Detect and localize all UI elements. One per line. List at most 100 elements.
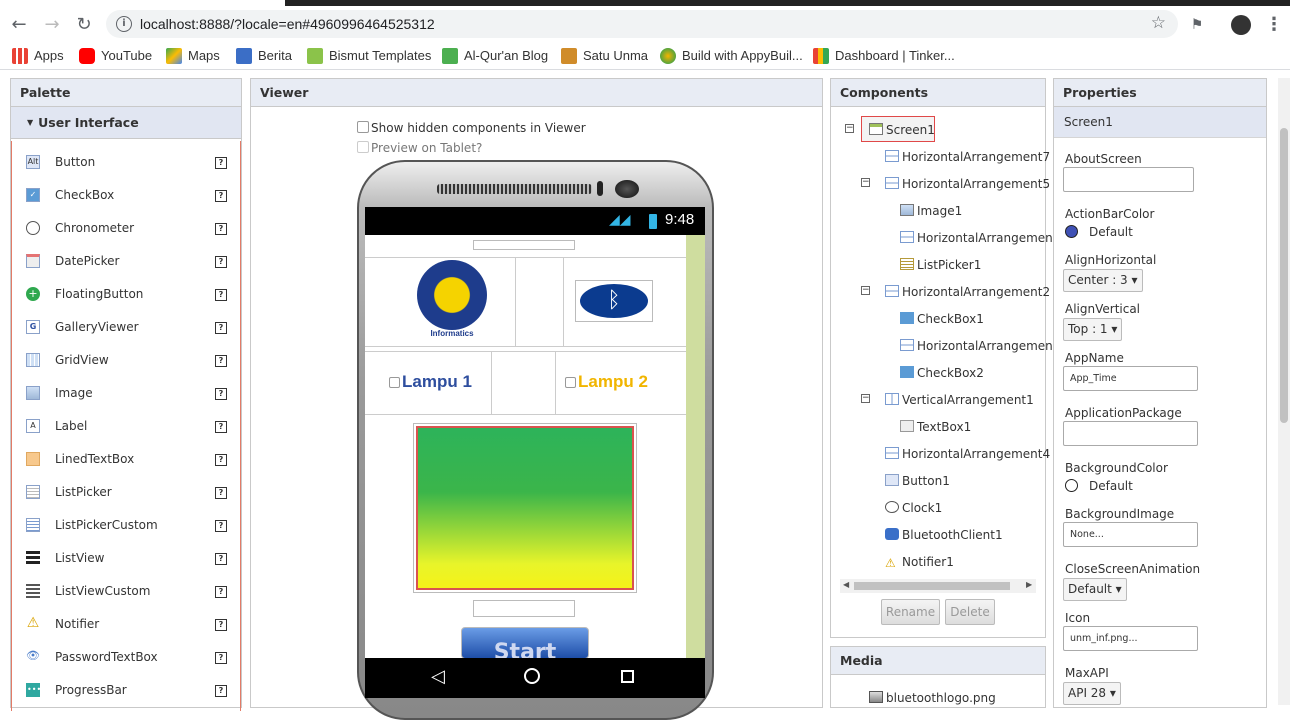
bookmark-tinker[interactable]: Dashboard | Tinker... [813, 48, 955, 64]
palette-item-floatingbutton[interactable]: + FloatingButton? [12, 278, 240, 311]
reload-icon[interactable]: ↻ [73, 14, 95, 36]
url-bar[interactable]: i localhost:8888/?locale=en#496099646452… [106, 10, 1178, 38]
page-scrollbar[interactable] [1278, 78, 1290, 705]
bookmark-youtube[interactable]: YouTube [79, 48, 152, 64]
help-icon[interactable]: ? [215, 487, 227, 499]
help-icon[interactable]: ? [215, 256, 227, 268]
tree-item-horizontalarrangement-a[interactable]: HorizontalArrangemen [900, 228, 1053, 248]
delete-button[interactable]: Delete [945, 599, 995, 625]
forward-arrow-icon[interactable]: → [41, 14, 63, 36]
collapse-horizontalarrangement5[interactable]: − [861, 178, 870, 187]
about-screen-textarea[interactable] [1063, 167, 1194, 192]
tree-item-notifier1[interactable]: ⚠ Notifier1 [885, 552, 954, 572]
help-icon[interactable]: ? [215, 553, 227, 565]
tree-item-horizontalarrangement2[interactable]: HorizontalArrangement2 [885, 282, 1050, 302]
help-icon[interactable]: ? [215, 355, 227, 367]
show-hidden-option[interactable]: Show hidden components in Viewer [357, 121, 586, 135]
application-package-input[interactable] [1063, 421, 1198, 446]
tree-item-horizontalarrangement5[interactable]: HorizontalArrangement5 [885, 174, 1050, 194]
max-api-select[interactable]: API 28 ▾ [1063, 682, 1121, 705]
back-arrow-icon[interactable]: ← [8, 14, 30, 36]
tree-item-image1[interactable]: Image1 [900, 201, 962, 221]
user-interface-section[interactable]: ▼ User Interface [11, 107, 241, 139]
palette-item-chronometer[interactable]: Chronometer? [12, 212, 240, 245]
background-color-swatch[interactable] [1065, 479, 1078, 492]
vertical-arrangement1[interactable] [413, 423, 637, 593]
bookmark-maps[interactable]: Maps [166, 48, 220, 64]
help-icon[interactable]: ? [215, 190, 227, 202]
star-icon[interactable]: ☆ [1151, 13, 1166, 33]
components-hscrollbar[interactable]: ◀ ▶ [840, 579, 1036, 593]
palette-item-image[interactable]: Image? [12, 377, 240, 410]
bookmark-satu-unma[interactable]: Satu Unma [561, 48, 648, 64]
checkbox1[interactable]: Lampu 1 [389, 372, 472, 392]
nav-home-icon[interactable] [524, 668, 540, 684]
bluetooth-list-picker[interactable]: ᛒ [575, 280, 653, 322]
help-icon[interactable]: ? [215, 619, 227, 631]
palette-item-listview[interactable]: ListView? [12, 542, 240, 575]
palette-item-gridview[interactable]: GridView? [12, 344, 240, 377]
close-screen-animation-select[interactable]: Default ▾ [1063, 578, 1127, 601]
collapse-screen1[interactable]: − [845, 124, 854, 133]
collapse-horizontalarrangement2[interactable]: − [861, 286, 870, 295]
help-icon[interactable]: ? [215, 289, 227, 301]
preview-tablet-option[interactable]: Preview on Tablet? [357, 141, 482, 155]
informatics-logo[interactable] [417, 260, 487, 330]
horizontal-arrangement5[interactable]: Informatics ᛒ [365, 257, 686, 347]
bookmark-alquran[interactable]: Al-Qur'an Blog [442, 48, 548, 64]
textbox1[interactable] [473, 600, 575, 617]
hscroll-thumb[interactable] [854, 582, 1010, 590]
palette-item-passwordtextbox[interactable]: 👁 PasswordTextBox? [12, 641, 240, 674]
tree-item-bluetoothclient1[interactable]: BluetoothClient1 [885, 525, 1003, 545]
collapse-verticalarrangement1[interactable]: − [861, 394, 870, 403]
palette-item-listpickercustom[interactable]: ListPickerCustom? [12, 509, 240, 542]
app-name-input[interactable]: App_Time [1063, 366, 1198, 391]
bookmark-appybuilder[interactable]: Build with AppyBuil... [660, 48, 803, 64]
info-icon[interactable]: i [116, 16, 132, 32]
action-bar-color-value[interactable]: Default [1089, 225, 1133, 239]
extension-icon[interactable]: ⚑ [1186, 14, 1208, 36]
help-icon[interactable]: ? [215, 586, 227, 598]
tree-item-checkbox1[interactable]: CheckBox1 [900, 309, 984, 329]
bookmark-bismut[interactable]: Bismut Templates [307, 48, 431, 64]
palette-item-notifier[interactable]: ⚠ Notifier? [12, 608, 240, 641]
media-item-bluetoothlogo[interactable]: bluetoothlogo.png [869, 688, 996, 708]
tree-item-button1[interactable]: Button1 [885, 471, 950, 491]
preview-tablet-checkbox[interactable] [357, 141, 369, 153]
help-icon[interactable]: ? [215, 322, 227, 334]
palette-item-button[interactable]: Alt Button? [12, 146, 240, 179]
tree-item-horizontalarrangement4[interactable]: HorizontalArrangement4 [885, 444, 1050, 464]
help-icon[interactable]: ? [215, 223, 227, 235]
help-icon[interactable]: ? [215, 454, 227, 466]
bookmark-berita[interactable]: Berita [236, 48, 292, 64]
help-icon[interactable]: ? [215, 652, 227, 664]
horizontal-arrangement2[interactable]: Lampu 1 Lampu 2 [365, 351, 686, 415]
palette-item-progressbar[interactable]: ••• ProgressBar? [12, 674, 240, 707]
help-icon[interactable]: ? [215, 388, 227, 400]
show-hidden-checkbox[interactable] [357, 121, 369, 133]
help-icon[interactable]: ? [215, 421, 227, 433]
tree-item-horizontalarrangement-b[interactable]: HorizontalArrangemen [900, 336, 1053, 356]
avatar[interactable] [1230, 14, 1252, 36]
action-bar-color-swatch[interactable] [1065, 225, 1078, 238]
tree-item-listpicker1[interactable]: ListPicker1 [900, 255, 981, 275]
bookmark-apps[interactable]: Apps [12, 48, 64, 64]
start-button[interactable]: Start [461, 627, 589, 658]
tree-item-horizontalarrangement7[interactable]: HorizontalArrangement7 [885, 147, 1050, 167]
background-color-value[interactable]: Default [1089, 479, 1133, 493]
horizontal-arrangement7[interactable] [473, 240, 575, 250]
scrollbar-thumb[interactable] [1280, 128, 1288, 423]
palette-item-listpicker[interactable]: ListPicker? [12, 476, 240, 509]
palette-item-datepicker[interactable]: DatePicker? [12, 245, 240, 278]
rename-button[interactable]: Rename [881, 599, 940, 625]
align-horizontal-select[interactable]: Center : 3 ▾ [1063, 269, 1143, 292]
menu-kebab-icon[interactable]: ⋮ [1263, 14, 1285, 36]
nav-recents-icon[interactable] [621, 670, 634, 683]
tree-item-screen1[interactable]: Screen1 [869, 120, 935, 140]
help-icon[interactable]: ? [215, 520, 227, 532]
nav-back-icon[interactable]: ◁ [431, 666, 445, 687]
palette-item-listviewcustom[interactable]: ListViewCustom? [12, 575, 240, 608]
tree-item-verticalarrangement1[interactable]: VerticalArrangement1 [885, 390, 1034, 410]
tree-item-textbox1[interactable]: TextBox1 [900, 417, 971, 437]
checkbox2[interactable]: Lampu 2 [565, 372, 648, 392]
